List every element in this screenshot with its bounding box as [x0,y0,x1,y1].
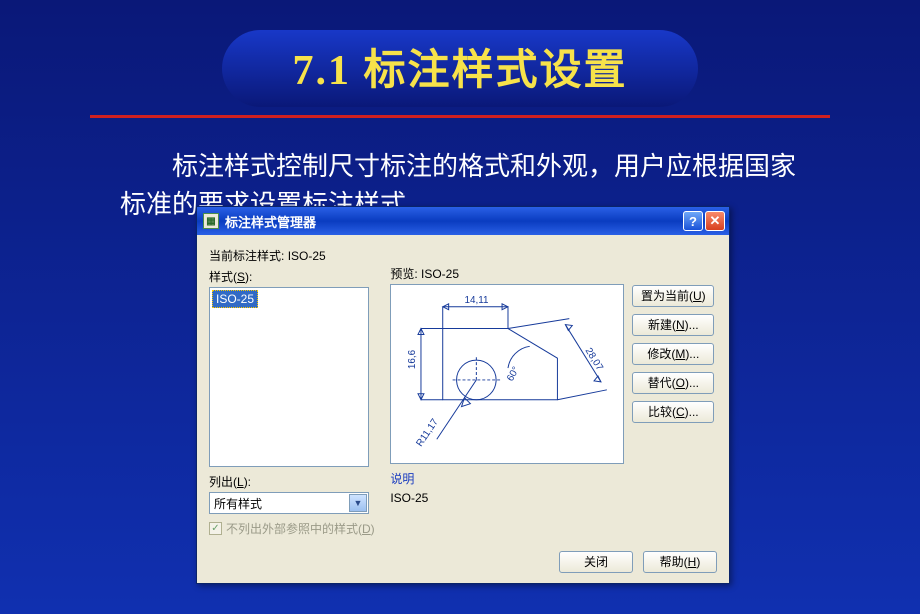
title-underline [90,115,830,118]
listout-select[interactable]: 所有样式 ▼ [209,492,369,514]
dim-right: 28,07 [583,346,605,373]
dialog-titlebar[interactable]: ▦ 标注样式管理器 ? ✕ [197,207,729,235]
dim-top: 14,11 [465,295,489,306]
xref-checkbox-row[interactable]: ✓ 不列出外部参照中的样式(D) [209,520,382,537]
preview-image: 14,11 16,6 [390,284,624,464]
help-button[interactable]: 帮助(H) [643,551,717,573]
dim-radius: R11,17 [415,417,442,449]
close-button[interactable]: 关闭 [559,551,633,573]
modify-button[interactable]: 修改(M)... [632,343,714,365]
desc-text: ISO-25 [390,491,624,505]
style-item-iso25[interactable]: ISO-25 [212,290,258,308]
preview-value: ISO-25 [421,267,459,281]
dimension-style-manager-dialog: ▦ 标注样式管理器 ? ✕ 当前标注样式: ISO-25 样式(S): ISO-… [196,206,730,584]
close-titlebar-button[interactable]: ✕ [705,211,725,231]
current-style-label: 当前标注样式: ISO-25 [209,247,382,264]
compare-button[interactable]: 比较(C)... [632,401,714,423]
override-button[interactable]: 替代(O)... [632,372,714,394]
chevron-down-icon[interactable]: ▼ [349,494,367,512]
set-current-button[interactable]: 置为当前(U) [632,285,714,307]
app-icon: ▦ [203,213,219,229]
preview-label: 预览: ISO-25 [390,265,624,282]
desc-label: 说明 [390,470,624,487]
dim-left: 16,6 [407,349,418,369]
help-titlebar-button[interactable]: ? [683,211,703,231]
styles-listbox[interactable]: ISO-25 [209,287,369,467]
new-button[interactable]: 新建(N)... [632,314,714,336]
dialog-title: 标注样式管理器 [225,212,681,231]
checkbox-icon[interactable]: ✓ [209,522,222,535]
slide-title: 7.1 标注样式设置 [292,36,627,97]
listout-value: 所有样式 [214,495,262,512]
styles-label: 样式(S): [209,268,382,285]
current-style-value: ISO-25 [288,249,326,263]
xref-checkbox-label: 不列出外部参照中的样式(D) [226,520,375,537]
listout-label: 列出(L): [209,473,382,490]
